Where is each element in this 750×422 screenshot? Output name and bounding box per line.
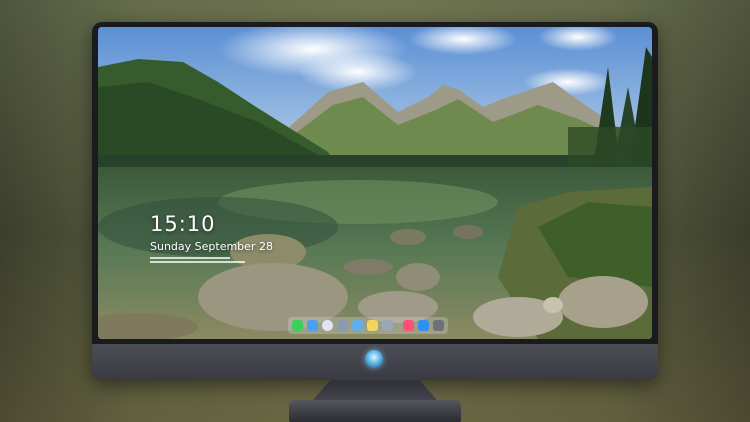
- notes-icon[interactable]: [367, 320, 378, 331]
- imac-monitor: 15:10 Sunday September 28: [92, 22, 658, 380]
- app-store-icon[interactable]: [418, 320, 429, 331]
- lock-screen-info-lines: [150, 257, 245, 263]
- lock-screen-time: 15:10: [150, 212, 216, 236]
- messages-icon[interactable]: [292, 320, 303, 331]
- wallpaper-landscape: [98, 27, 652, 339]
- monitor-stand-neck: [313, 380, 437, 400]
- safari-icon[interactable]: [322, 320, 333, 331]
- brand-logo-icon: [365, 350, 383, 368]
- finder-icon[interactable]: [307, 320, 318, 331]
- preview-icon[interactable]: [382, 320, 393, 331]
- lock-screen-date: Sunday September 28: [150, 240, 273, 253]
- camera-icon[interactable]: [433, 320, 444, 331]
- dock: [288, 317, 448, 334]
- monitor-chin: [92, 344, 658, 380]
- launchpad-icon[interactable]: [337, 320, 348, 331]
- desktop-screen: 15:10 Sunday September 28: [98, 27, 652, 339]
- photos-icon[interactable]: [352, 320, 363, 331]
- monitor-stand-base: [289, 400, 461, 422]
- music-icon[interactable]: [403, 320, 414, 331]
